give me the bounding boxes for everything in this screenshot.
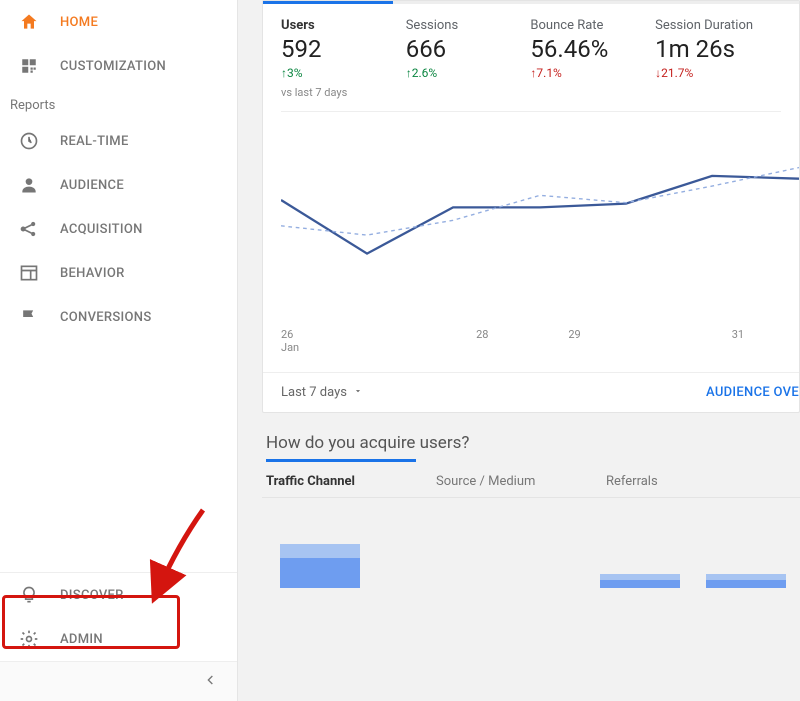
chart-x-axis: 26Jan 28 29 31 — [281, 324, 799, 354]
reports-heading: Reports — [0, 88, 237, 119]
stat-label: Sessions — [406, 18, 531, 33]
tab-referrals[interactable]: Referrals — [606, 474, 776, 489]
comparison-label: vs last 7 days — [263, 86, 799, 105]
nav-label: REAL-TIME — [60, 134, 129, 149]
lightbulb-icon — [18, 584, 40, 606]
nav-label: ACQUISITION — [60, 222, 143, 237]
nav-label: CUSTOMIZATION — [60, 59, 166, 74]
date-range-selector[interactable]: Last 7 days — [281, 385, 363, 400]
stat-label: Users — [281, 18, 406, 33]
chart-line-previous — [281, 168, 799, 236]
tab-source-medium[interactable]: Source / Medium — [436, 474, 606, 489]
stat-sessions[interactable]: Sessions 666 ↑2.6% — [406, 18, 531, 80]
sidebar: HOME CUSTOMIZATION Reports REAL-TIME AUD… — [0, 0, 238, 701]
stat-tab-indicator — [263, 1, 799, 4]
flag-icon — [18, 306, 40, 328]
stat-delta: ↑3% — [281, 66, 406, 80]
stat-value: 1m 26s — [655, 35, 799, 63]
stat-value: 592 — [281, 35, 406, 63]
web-icon — [18, 262, 40, 284]
stat-users[interactable]: Users 592 ↑3% — [281, 18, 406, 80]
channel-bar-chart — [262, 498, 800, 588]
gear-icon — [18, 628, 40, 650]
person-icon — [18, 174, 40, 196]
stat-delta: ↑2.6% — [406, 66, 531, 80]
stat-delta: ↓21.7% — [655, 66, 799, 80]
nav-label: ADMIN — [60, 632, 103, 647]
caret-down-icon — [353, 385, 363, 400]
stat-delta: ↑7.1% — [530, 66, 655, 80]
nav-admin[interactable]: ADMIN — [0, 617, 237, 661]
nav-acquisition[interactable]: ACQUISITION — [0, 207, 237, 251]
dashboard-icon — [18, 55, 40, 77]
nav-label: CONVERSIONS — [60, 310, 152, 325]
stat-label: Session Duration — [655, 18, 799, 33]
nav-behavior[interactable]: BEHAVIOR — [0, 251, 237, 295]
nav-realtime[interactable]: REAL-TIME — [0, 119, 237, 163]
chevron-left-icon — [203, 672, 219, 692]
chart-line-current — [281, 176, 799, 254]
nav-audience[interactable]: AUDIENCE — [0, 163, 237, 207]
nav-label: AUDIENCE — [60, 178, 124, 193]
users-line-chart — [281, 124, 799, 324]
stat-duration[interactable]: Session Duration 1m 26s ↓21.7% — [655, 18, 799, 80]
audience-overview-link[interactable]: AUDIENCE OVE — [706, 385, 799, 400]
nav-home[interactable]: HOME — [0, 0, 237, 44]
tab-traffic-channel[interactable]: Traffic Channel — [266, 474, 436, 489]
overview-card: Users 592 ↑3% Sessions 666 ↑2.6% Bounce … — [262, 0, 800, 413]
bar-stack — [280, 544, 360, 588]
stat-value: 666 — [406, 35, 531, 63]
nav-customization[interactable]: CUSTOMIZATION — [0, 44, 237, 88]
home-icon — [18, 11, 40, 33]
nav-label: HOME — [60, 15, 98, 30]
clock-icon — [18, 130, 40, 152]
bar-stack — [600, 574, 680, 588]
nav-discover[interactable]: DISCOVER — [0, 573, 237, 617]
share-icon — [18, 218, 40, 240]
stat-label: Bounce Rate — [530, 18, 655, 33]
stat-bounce[interactable]: Bounce Rate 56.46% ↑7.1% — [530, 18, 655, 80]
bar-stack — [706, 574, 786, 588]
acquire-users-heading: How do you acquire users? — [262, 413, 800, 459]
stat-value: 56.46% — [530, 35, 655, 63]
nav-conversions[interactable]: CONVERSIONS — [0, 295, 237, 339]
channel-tabs: Traffic Channel Source / Medium Referral… — [262, 462, 800, 498]
main-content: Users 592 ↑3% Sessions 666 ↑2.6% Bounce … — [238, 0, 800, 701]
nav-label: BEHAVIOR — [60, 266, 125, 281]
nav-label: DISCOVER — [60, 588, 124, 603]
sidebar-collapse-button[interactable] — [0, 661, 237, 701]
date-range-label: Last 7 days — [281, 385, 347, 400]
